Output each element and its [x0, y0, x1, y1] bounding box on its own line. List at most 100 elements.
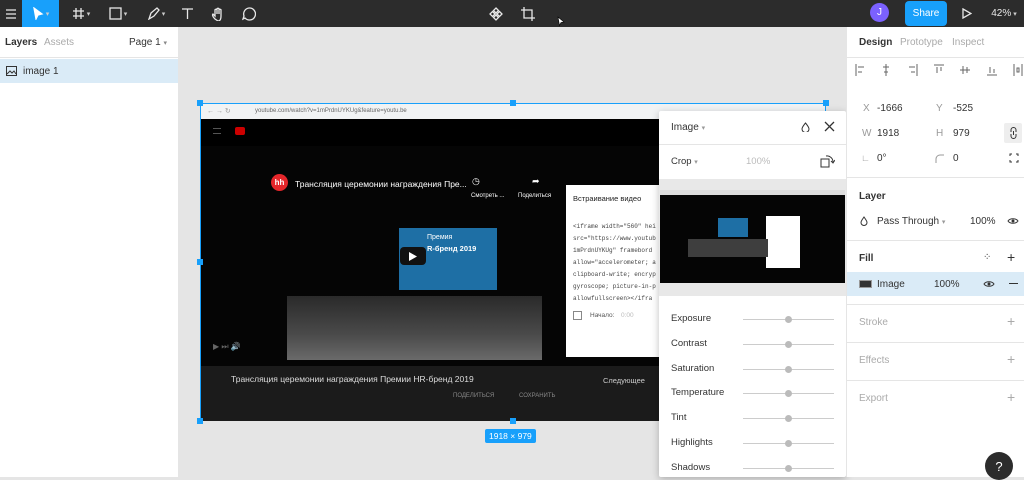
resize-handle[interactable] [197, 259, 203, 265]
present-button[interactable] [957, 0, 977, 27]
page-selector[interactable]: Page 1 ▾ [129, 37, 167, 48]
chevron-down-icon: ▾ [701, 125, 706, 132]
align-vertical-center-icon[interactable] [960, 64, 971, 76]
slider-knob[interactable] [785, 340, 792, 348]
resize-handle[interactable] [197, 418, 203, 424]
crop-value[interactable]: 100% [746, 156, 770, 167]
tab-design[interactable]: Design [859, 37, 892, 48]
zoom-value: 42% [991, 8, 1012, 19]
adjustment-label: Exposure [671, 313, 712, 324]
help-button[interactable]: ? [985, 452, 1013, 480]
tab-prototype[interactable]: Prototype [900, 37, 943, 48]
align-left-icon[interactable] [855, 64, 865, 76]
layers-panel: Layers Assets Page 1 ▾ image 1 [0, 27, 179, 477]
adjustment-slider[interactable] [743, 365, 834, 373]
resize-handle[interactable] [823, 100, 829, 106]
layer-opacity-input[interactable]: 100% [970, 216, 996, 227]
move-tool-button[interactable]: ▾ [22, 0, 59, 27]
eye-icon[interactable] [1007, 217, 1019, 228]
h-input[interactable]: 979 [953, 128, 970, 139]
chevron-down-icon: ▾ [86, 10, 91, 18]
stage-text-line1: Премия [427, 234, 453, 241]
pen-tool-button[interactable]: ▾ [140, 0, 172, 27]
corner-radius-input[interactable]: 0 [953, 153, 959, 164]
fill-type: Image [877, 279, 905, 290]
play-button[interactable] [400, 247, 426, 265]
comment-icon [242, 6, 256, 21]
adjustment-slider[interactable] [743, 415, 834, 423]
resize-handle[interactable] [510, 100, 516, 106]
save-action[interactable]: СОХРАНИТЬ [519, 393, 555, 399]
align-top-icon[interactable] [933, 64, 944, 76]
clock-icon: ◷ [472, 176, 480, 186]
add-fill-icon[interactable]: + [1007, 249, 1015, 265]
slider-knob[interactable] [785, 464, 792, 472]
share-label[interactable]: Поделиться [518, 193, 551, 199]
resize-handle[interactable] [197, 100, 203, 106]
distribute-icon[interactable] [1013, 64, 1023, 76]
style-icon[interactable] [801, 122, 810, 135]
slider-knob[interactable] [785, 390, 792, 398]
crop-button[interactable] [516, 0, 540, 27]
add-export-icon[interactable]: + [1007, 389, 1015, 405]
export-section: Export + [847, 380, 1024, 418]
share-action[interactable]: ПОДЕЛИТЬСЯ [453, 393, 494, 399]
layer-heading: Layer [859, 191, 886, 202]
watch-later-label[interactable]: Смотреть ... [471, 193, 504, 199]
divider [847, 57, 1024, 58]
align-bottom-icon[interactable] [986, 64, 997, 76]
image-type-dropdown[interactable]: Image ▾ [671, 122, 705, 133]
adjustment-slider[interactable] [743, 316, 834, 323]
divider [659, 144, 846, 145]
hand-tool-button[interactable] [205, 0, 231, 27]
image-fill-swatch[interactable] [859, 280, 872, 288]
layer-row[interactable]: image 1 [0, 59, 178, 83]
share-arrow-icon: ➦ [532, 176, 540, 186]
slider-knob[interactable] [785, 365, 792, 373]
eye-icon[interactable] [983, 280, 995, 291]
align-right-icon[interactable] [908, 64, 918, 76]
blend-mode-dropdown[interactable]: Pass Through ▾ [877, 216, 945, 227]
components-button[interactable] [484, 0, 508, 27]
tab-inspect[interactable]: Inspect [952, 37, 984, 48]
youtube-menu-icon [213, 128, 221, 134]
start-checkbox[interactable] [573, 311, 582, 320]
adjustment-slider[interactable] [743, 390, 834, 398]
constrain-proportions-button[interactable] [1004, 123, 1022, 143]
tab-layers[interactable]: Layers [5, 37, 37, 48]
frame-tool-button[interactable]: ▾ [64, 0, 98, 27]
rotation-input[interactable]: 0° [877, 153, 887, 164]
resize-handle[interactable] [510, 418, 516, 424]
independent-corners-icon[interactable] [1009, 153, 1019, 166]
adjustment-slider[interactable] [743, 440, 834, 447]
slider-knob[interactable] [785, 440, 792, 447]
style-grid-icon[interactable]: ⁘ [983, 252, 991, 263]
shape-tool-button[interactable]: ▾ [102, 0, 134, 27]
share-button[interactable]: Share [905, 1, 947, 26]
x-input[interactable]: -1666 [877, 103, 903, 114]
adjustment-slider[interactable] [743, 464, 834, 472]
adjustment-slider[interactable] [743, 340, 834, 348]
remove-fill-icon[interactable] [1009, 283, 1018, 284]
text-icon [181, 8, 193, 19]
align-horizontal-center-icon[interactable] [881, 64, 891, 76]
slider-knob[interactable] [785, 415, 792, 423]
y-input[interactable]: -525 [953, 103, 973, 114]
text-tool-button[interactable] [175, 0, 199, 27]
zoom-menu[interactable]: 42% ▾ [986, 0, 1022, 27]
fill-opacity[interactable]: 100% [934, 279, 960, 290]
close-icon[interactable] [824, 121, 835, 135]
fill-row[interactable]: Image 100% [847, 272, 1024, 296]
user-avatar[interactable]: J [870, 3, 889, 22]
add-stroke-icon[interactable]: + [1007, 313, 1015, 329]
top-toolbar: ▾ ▾ ▾ ▾ J Share 42% ▾ [0, 0, 1024, 27]
tab-assets[interactable]: Assets [44, 37, 74, 48]
crop-mode-dropdown[interactable]: Crop ▾ [671, 156, 698, 167]
image-settings-popover: Image ▾ Crop ▾ 100% Exposure Contrast Satu… [659, 111, 846, 477]
main-menu-button[interactable] [0, 0, 22, 27]
w-input[interactable]: 1918 [877, 128, 899, 139]
add-effect-icon[interactable]: + [1007, 351, 1015, 367]
comment-tool-button[interactable] [236, 0, 262, 27]
slider-knob[interactable] [785, 316, 792, 323]
rotate-icon[interactable] [820, 154, 836, 171]
